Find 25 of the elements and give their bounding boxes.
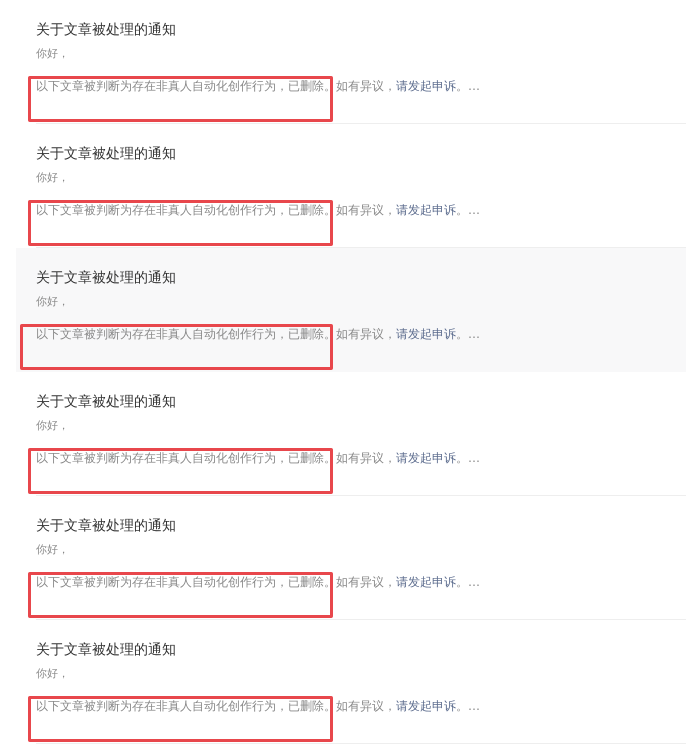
notification-row-highlight[interactable]: 关于文章被处理的通知 你好， 以下文章被判断为存在非真人自动化创作行为，已删除。如有异议，请发起申诉。… xyxy=(16,248,686,372)
notification-body: 以下文章被判断为存在非真人自动化创作行为，已删除。如有异议，请发起申诉。… xyxy=(36,574,481,591)
notification-body: 以下文章被判断为存在非真人自动化创作行为，已删除。如有异议，请发起申诉。… xyxy=(36,326,481,343)
greeting-text: 你好， xyxy=(36,418,70,434)
greeting-text: 你好， xyxy=(36,46,70,62)
notification-title: 关于文章被处理的通知 xyxy=(36,393,177,412)
appeal-link[interactable]: 请发起申诉 xyxy=(396,451,456,465)
notification-title: 关于文章被处理的通知 xyxy=(36,21,177,40)
appeal-link[interactable]: 请发起申诉 xyxy=(396,203,456,217)
notification-body: 以下文章被判断为存在非真人自动化创作行为，已删除。如有异议，请发起申诉。… xyxy=(36,450,481,467)
appeal-link[interactable]: 请发起申诉 xyxy=(396,327,456,341)
greeting-text: 你好， xyxy=(36,170,70,186)
appeal-link[interactable]: 请发起申诉 xyxy=(396,79,456,93)
greeting-text: 你好， xyxy=(36,666,70,682)
notification-body: 以下文章被判断为存在非真人自动化创作行为，已删除。如有异议，请发起申诉。… xyxy=(36,698,481,715)
appeal-link[interactable]: 请发起申诉 xyxy=(396,699,456,713)
notification-title: 关于文章被处理的通知 xyxy=(36,269,177,288)
appeal-link[interactable]: 请发起申诉 xyxy=(396,575,456,589)
notification-body: 以下文章被判断为存在非真人自动化创作行为，已删除。如有异议，请发起申诉。… xyxy=(36,202,481,219)
notification-title: 关于文章被处理的通知 xyxy=(36,145,177,164)
greeting-text: 你好， xyxy=(36,542,70,558)
notification-title: 关于文章被处理的通知 xyxy=(36,641,177,660)
notification-title: 关于文章被处理的通知 xyxy=(36,517,177,536)
notification-body: 以下文章被判断为存在非真人自动化创作行为，已删除。如有异议，请发起申诉。… xyxy=(36,78,481,95)
greeting-text: 你好， xyxy=(36,294,70,310)
